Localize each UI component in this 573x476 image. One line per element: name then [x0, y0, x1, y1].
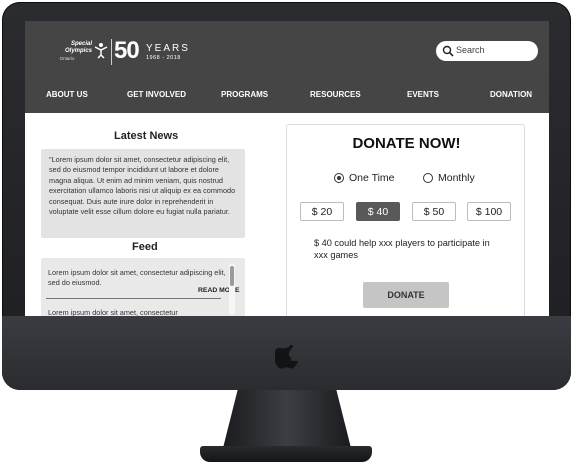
donate-button[interactable]: DONATE [363, 282, 449, 308]
radio-one-time-label: One Time [349, 172, 395, 184]
radio-one-time[interactable]: One Time [334, 171, 395, 185]
monitor-stand [222, 390, 352, 452]
search-placeholder: Search [456, 45, 485, 55]
latest-news-card: "Lorem ipsum dolor sit amet, consectetur… [41, 149, 245, 238]
monitor-foot [200, 446, 372, 462]
radio-button-empty-icon [423, 173, 433, 183]
amount-40-button[interactable]: $ 40 [356, 202, 400, 221]
logo-years: YEARS [146, 43, 190, 54]
feed-item-2-text: Lorem ipsum dolor sit amet, consectetur [48, 308, 178, 316]
donate-panel: DONATE NOW! One Time Monthly $ 20 $ 40 $… [286, 124, 525, 316]
feed-divider [46, 298, 221, 299]
logo-org-name: Special Olympics Ontario [42, 41, 92, 62]
screen: Special Olympics Ontario 50 YEARS 1968 -… [25, 21, 549, 316]
feed-scrollbar-thumb[interactable] [230, 266, 234, 286]
logo-50: 50 [114, 37, 140, 64]
donate-impact-message: $ 40 could help xxx players to participa… [314, 238, 490, 260]
nav-item-about-us[interactable]: ABOUT US [46, 90, 88, 99]
nav-item-donation[interactable]: DONATION [490, 90, 532, 99]
donate-title: DONATE NOW! [352, 135, 461, 152]
radio-button-selected-icon [334, 173, 344, 183]
nav-item-events[interactable]: EVENTS [407, 90, 439, 99]
logo-divider [111, 39, 112, 65]
logo-dates: 1968 - 2018 [146, 55, 181, 61]
site-logo[interactable]: Special Olympics Ontario 50 YEARS 1968 -… [42, 37, 202, 69]
logo-org-line1: Special [70, 41, 92, 47]
feed-item-1-text: Lorem ipsum dolor sit amet, consectetur … [48, 268, 226, 288]
nav-item-resources[interactable]: RESOURCES [310, 90, 361, 99]
site-header: Special Olympics Ontario 50 YEARS 1968 -… [25, 21, 549, 113]
nav-item-programs[interactable]: PROGRAMS [221, 90, 268, 99]
feed-title: Feed [132, 241, 158, 253]
amount-20-button[interactable]: $ 20 [300, 202, 344, 221]
radio-monthly-label: Monthly [438, 172, 475, 184]
radio-monthly[interactable]: Monthly [423, 171, 475, 185]
search-input[interactable]: Search [436, 41, 538, 61]
latest-news-title: Latest News [114, 130, 179, 142]
nav-item-get-involved[interactable]: GET INVOLVED [127, 90, 186, 99]
search-icon [442, 45, 454, 57]
special-olympics-emblem-icon [94, 43, 108, 59]
apple-logo-icon [275, 345, 299, 369]
feed-list: Lorem ipsum dolor sit amet, consectetur … [41, 258, 245, 316]
logo-org-line2: Olympics [64, 48, 92, 54]
amount-50-button[interactable]: $ 50 [412, 202, 456, 221]
logo-org-region: Ontario [59, 56, 75, 61]
main-nav: ABOUT US GET INVOLVED PROGRAMS RESOURCES… [25, 90, 549, 104]
amount-100-button[interactable]: $ 100 [467, 202, 511, 221]
